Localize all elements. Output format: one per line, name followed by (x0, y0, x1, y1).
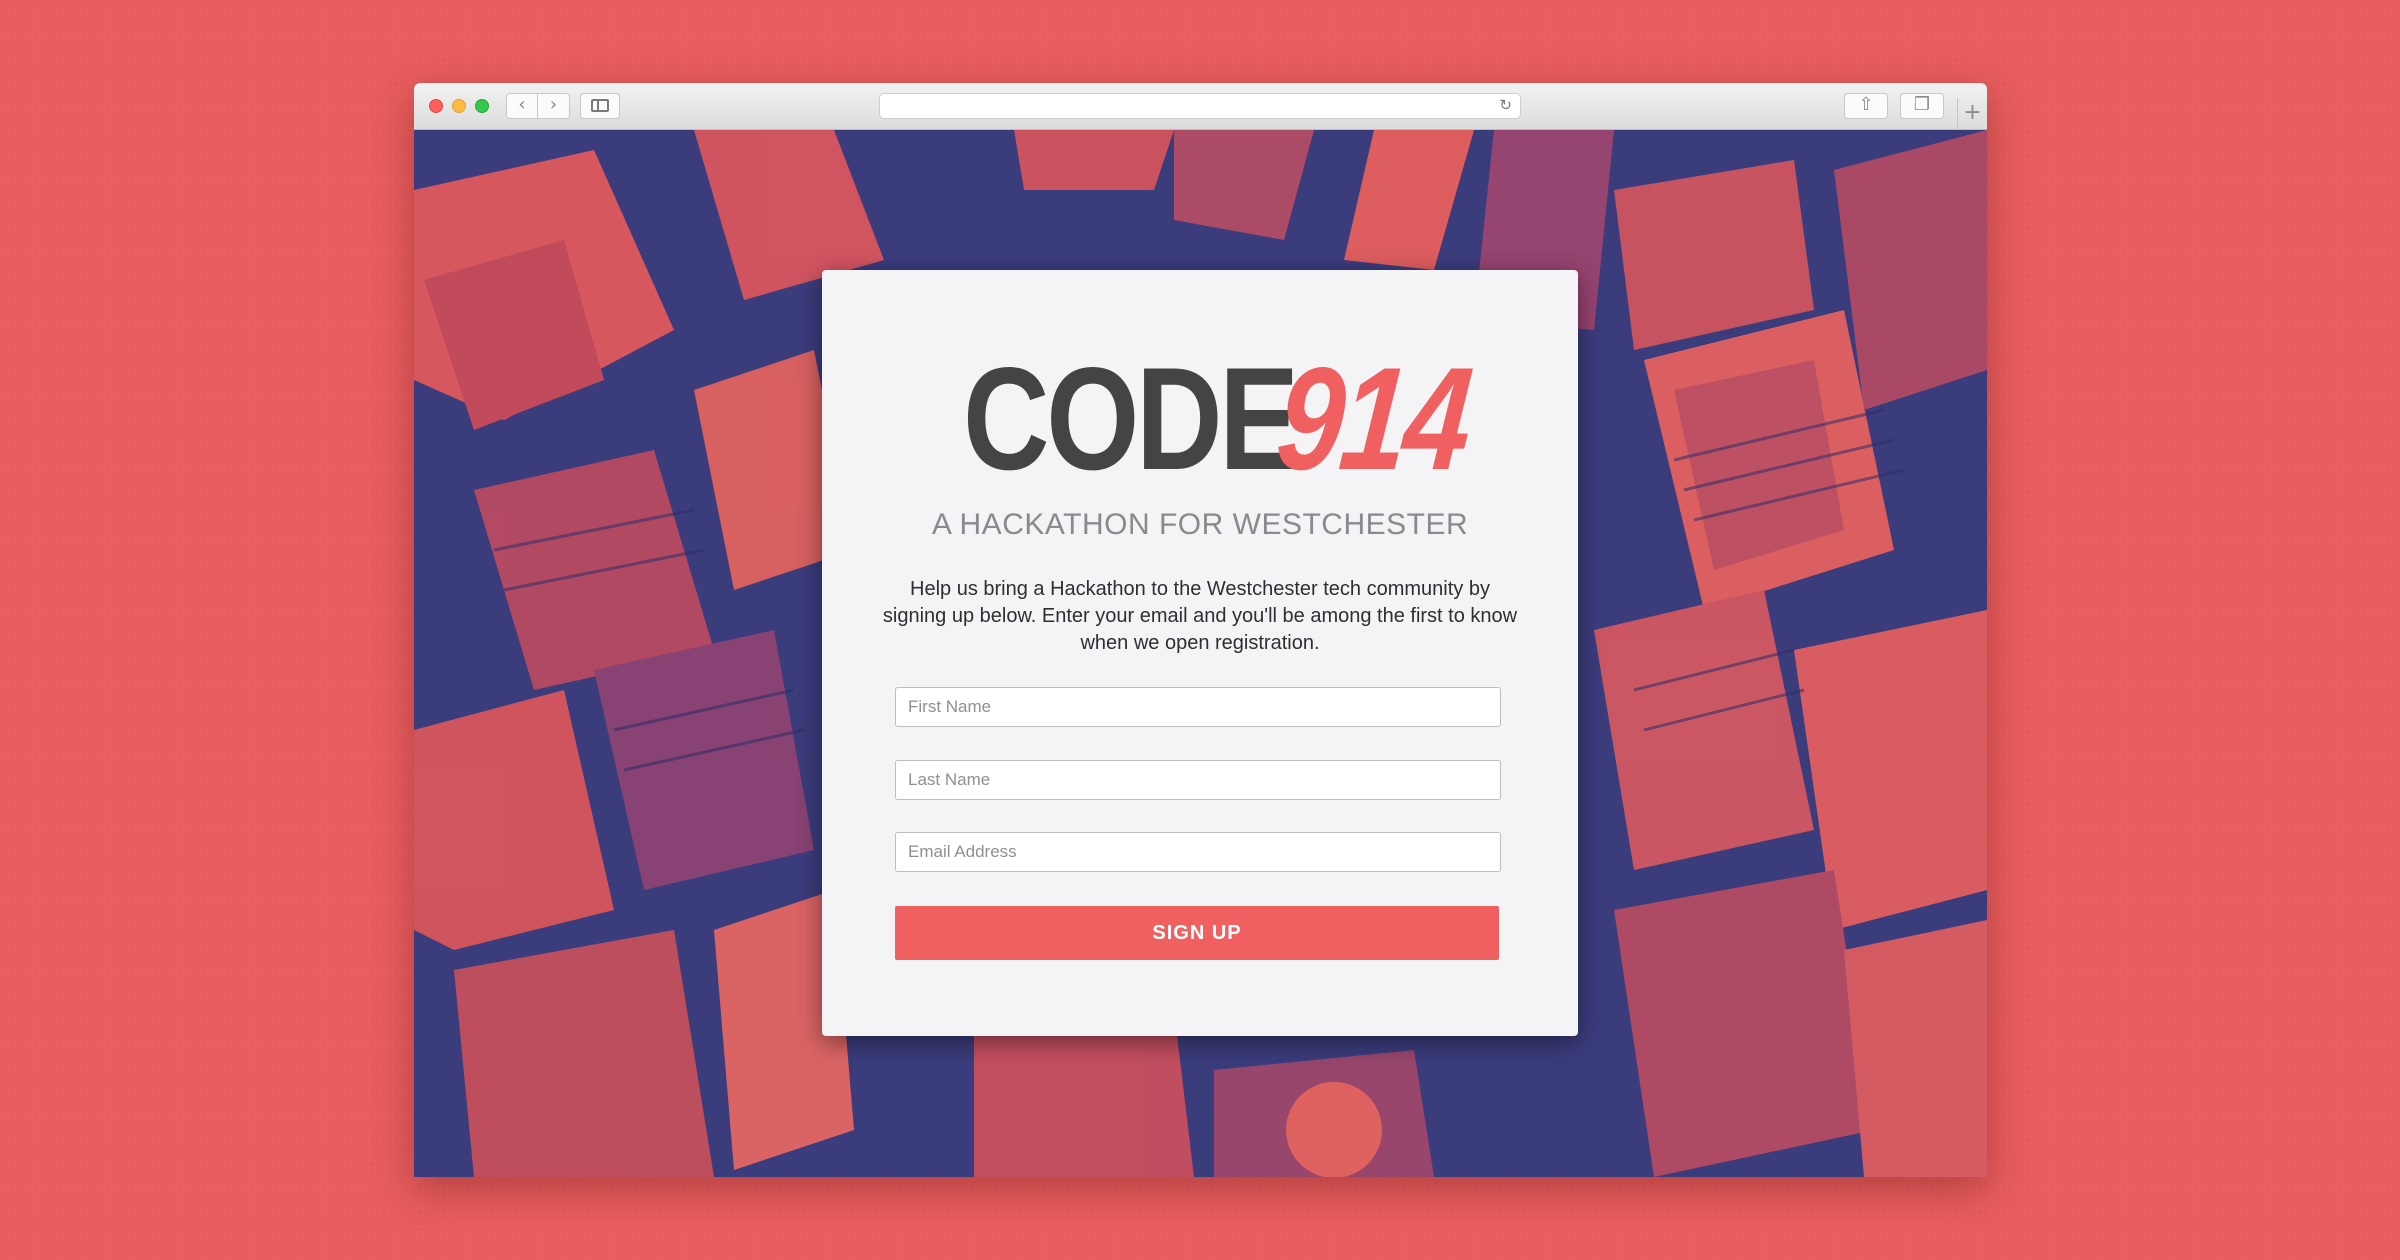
chevron-right-icon: › (549, 94, 558, 115)
share-button[interactable]: ⇧ (1844, 93, 1888, 119)
browser-toolbar: ‹ › ↻ ⇧ ❐ + (414, 83, 1987, 130)
forward-button[interactable]: › (538, 93, 570, 119)
share-icon: ⇧ (1858, 94, 1874, 115)
last-name-field[interactable] (895, 760, 1501, 800)
logo-word: CODE (963, 337, 1299, 500)
minimize-window-button[interactable] (452, 99, 466, 113)
page-tagline: A HACKATHON FOR WESTCHESTER (931, 508, 1469, 541)
close-window-button[interactable] (429, 99, 443, 113)
zoom-window-button[interactable] (475, 99, 489, 113)
plus-icon: + (1963, 100, 1982, 125)
page-viewport: CODE914 A HACKATHON FOR WESTCHESTER Help… (414, 130, 1987, 1177)
page-description: Help us bring a Hackathon to the Westche… (882, 578, 1518, 654)
reload-icon[interactable]: ↻ (1499, 96, 1512, 114)
email-field[interactable] (895, 832, 1501, 872)
browser-window: ‹ › ↻ ⇧ ❐ + CODE914 A HACKATHON FOR WEST… (414, 83, 1987, 1177)
address-bar[interactable]: ↻ (879, 93, 1521, 119)
back-button[interactable]: ‹ (506, 93, 538, 119)
signup-card: CODE914 A HACKATHON FOR WESTCHESTER Help… (822, 270, 1578, 1036)
new-tab-button[interactable]: + (1957, 98, 1987, 130)
sign-up-button[interactable]: SIGN UP (895, 906, 1499, 960)
show-tabs-button[interactable]: ❐ (1900, 93, 1944, 119)
sidebar-icon (591, 99, 609, 112)
first-name-field[interactable] (895, 687, 1501, 727)
sidebar-toggle-button[interactable] (580, 93, 620, 119)
logo-number: 914 (1271, 337, 1476, 500)
chevron-left-icon: ‹ (518, 94, 526, 115)
code914-logo: CODE914 (822, 337, 1578, 500)
tabs-icon: ❐ (1913, 94, 1931, 115)
